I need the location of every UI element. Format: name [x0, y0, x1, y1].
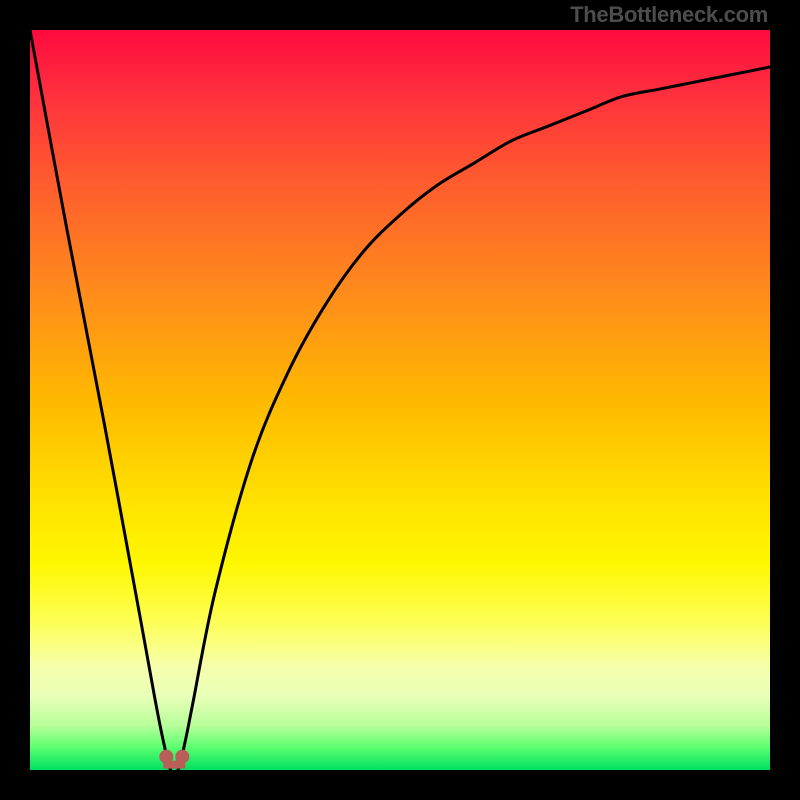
plot-area — [30, 30, 770, 770]
watermark-label: TheBottleneck.com — [570, 2, 768, 28]
curve-layer — [30, 30, 770, 770]
optimal-point-marker — [159, 750, 189, 769]
bottleneck-curve — [30, 30, 770, 770]
chart-frame: TheBottleneck.com — [0, 0, 800, 800]
